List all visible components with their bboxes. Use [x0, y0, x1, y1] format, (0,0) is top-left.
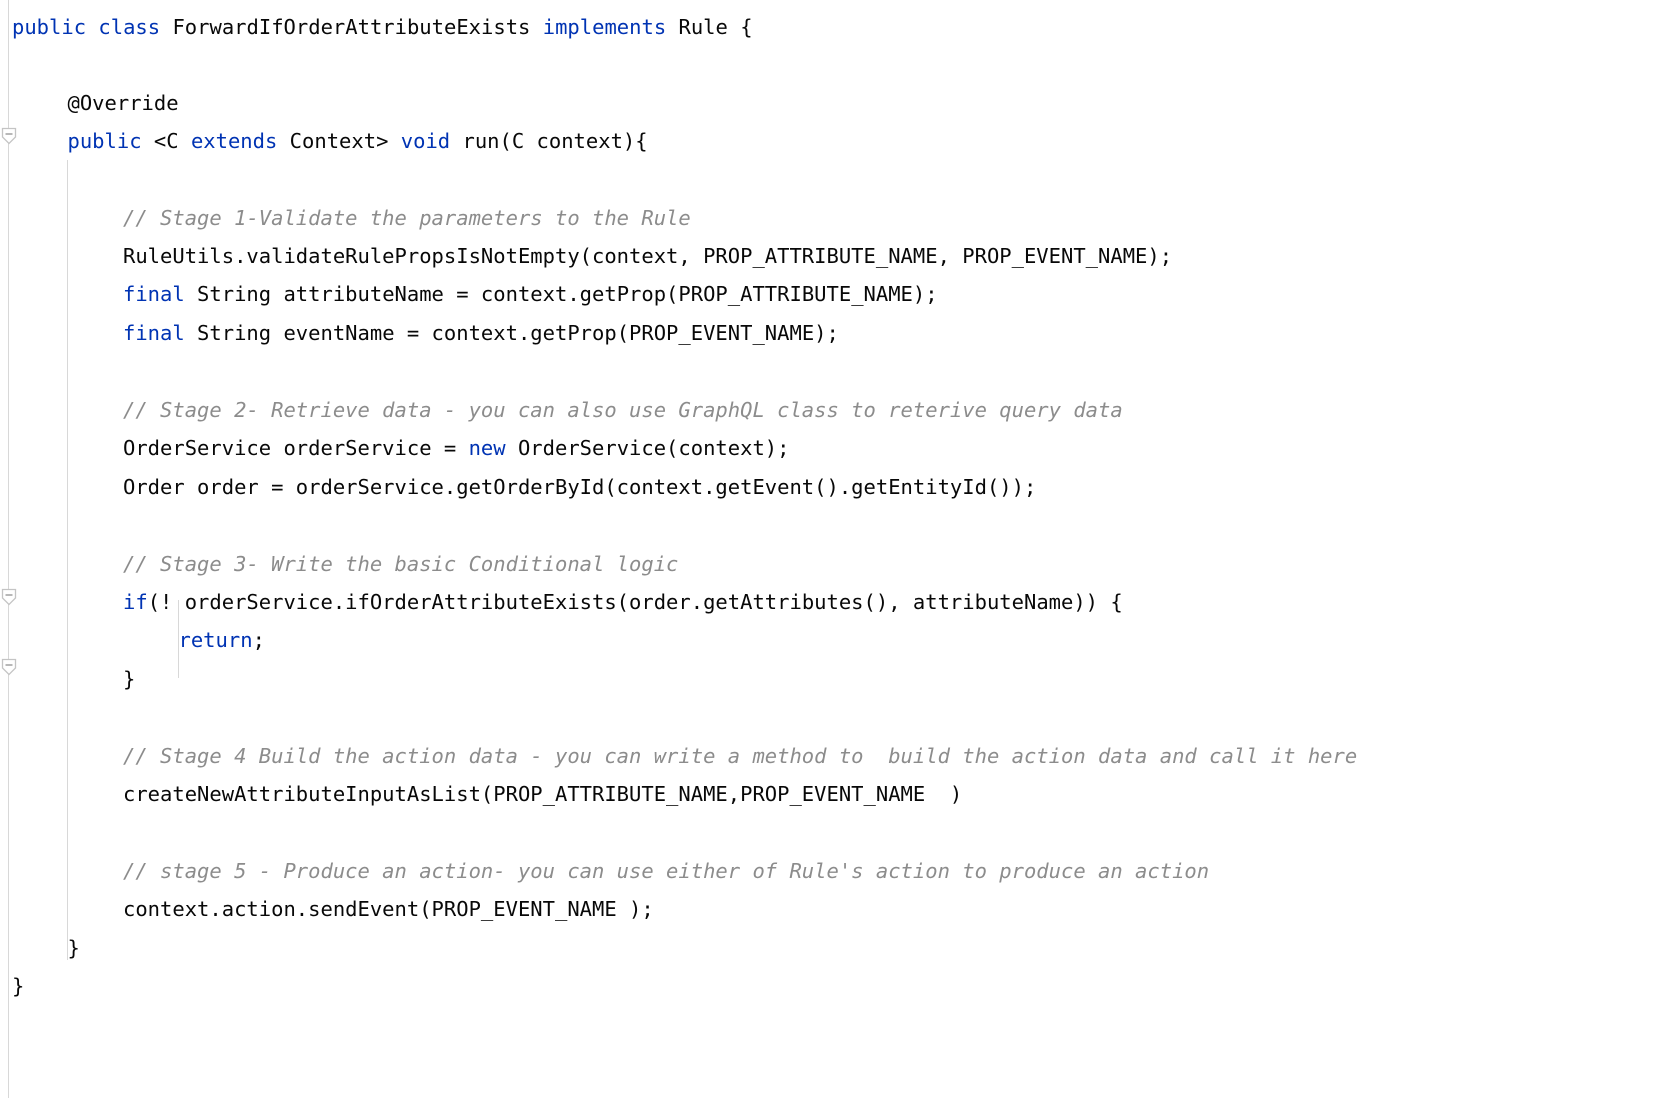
code-line[interactable]: } [68, 929, 80, 967]
code-keyword: if [123, 590, 148, 614]
code-keyword: void [400, 129, 451, 153]
code-keyword: public [12, 15, 87, 39]
code-text: String eventName = context.getProp(PROP_… [184, 321, 839, 345]
code-line[interactable]: Order order = orderService.getOrderById(… [123, 468, 1036, 506]
code-text: Rule { [666, 15, 753, 39]
code-keyword: public [67, 129, 142, 153]
code-line[interactable]: RuleUtils.validateRulePropsIsNotEmpty(co… [123, 237, 1172, 275]
code-line[interactable] [12, 352, 24, 390]
code-text: OrderService(context); [505, 436, 790, 460]
code-text: } [67, 936, 80, 960]
code-comment: // Stage 1-Validate the parameters to th… [123, 206, 691, 230]
code-editor[interactable]: public class ForwardIfOrderAttributeExis… [0, 0, 1680, 1098]
code-text: @Override [67, 91, 179, 115]
code-text: OrderService orderService = [123, 436, 469, 460]
code-line[interactable]: public class ForwardIfOrderAttributeExis… [12, 8, 753, 46]
code-comment: // Stage 3- Write the basic Conditional … [123, 552, 679, 576]
code-text: createNewAttributeInputAsList(PROP_ATTRI… [123, 782, 963, 806]
code-keyword: new [468, 436, 506, 460]
code-line[interactable]: // Stage 4 Build the action data - you c… [123, 737, 1357, 775]
code-line[interactable]: // Stage 2- Retrieve data - you can also… [123, 391, 1123, 429]
code-line[interactable]: OrderService orderService = new OrderSer… [123, 429, 789, 467]
code-keyword: final [123, 321, 185, 345]
code-text: run(C context){ [450, 129, 648, 153]
code-line[interactable]: final String eventName = context.getProp… [123, 314, 839, 352]
code-keyword: final [123, 282, 185, 306]
code-line[interactable]: public <C extends Context> void run(C co… [68, 122, 648, 160]
code-line[interactable]: // Stage 1-Validate the parameters to th… [123, 199, 691, 237]
code-line[interactable]: // Stage 3- Write the basic Conditional … [123, 545, 678, 583]
code-line[interactable]: // stage 5 - Produce an action- you can … [123, 852, 1209, 890]
code-text: (! orderService.ifOrderAttributeExists(o… [147, 590, 1123, 614]
code-comment: // Stage 4 Build the action data - you c… [123, 744, 1358, 768]
code-line[interactable]: } [123, 660, 135, 698]
code-text: context.action.sendEvent(PROP_EVENT_NAME… [123, 897, 654, 921]
code-line[interactable]: if(! orderService.ifOrderAttributeExists… [123, 583, 1123, 621]
code-text: String attributeName = context.getProp(P… [184, 282, 938, 306]
code-keyword: return [178, 628, 253, 652]
code-line[interactable]: createNewAttributeInputAsList(PROP_ATTRI… [123, 775, 962, 813]
code-line[interactable]: context.action.sendEvent(PROP_EVENT_NAME… [123, 890, 654, 928]
code-line[interactable]: final String attributeName = context.get… [123, 275, 938, 313]
code-comment: // stage 5 - Produce an action- you can … [123, 859, 1210, 883]
code-text: Context> [277, 129, 401, 153]
code-text: Order order = orderService.getOrderById(… [123, 475, 1037, 499]
code-text: } [123, 667, 136, 691]
code-line[interactable]: return; [179, 621, 265, 659]
code-line[interactable] [12, 814, 24, 852]
code-keyword: implements [542, 15, 667, 39]
code-comment: // Stage 2- Retrieve data - you can also… [123, 398, 1123, 422]
code-line[interactable]: } [12, 967, 24, 1005]
code-text: } [12, 974, 25, 998]
code-line[interactable] [12, 160, 24, 198]
code-keyword: extends [190, 129, 278, 153]
code-text: RuleUtils.validateRulePropsIsNotEmpty(co… [123, 244, 1173, 268]
code-content[interactable]: public class ForwardIfOrderAttributeExis… [0, 0, 1680, 1098]
code-text: ForwardIfOrderAttributeExists [160, 15, 543, 39]
code-line[interactable]: @Override [68, 84, 179, 122]
code-line[interactable] [12, 698, 24, 736]
code-keyword: class [98, 15, 161, 39]
code-text: ; [252, 628, 265, 652]
code-text: <C [141, 129, 191, 153]
code-line[interactable] [12, 506, 24, 544]
code-line[interactable] [12, 46, 24, 84]
